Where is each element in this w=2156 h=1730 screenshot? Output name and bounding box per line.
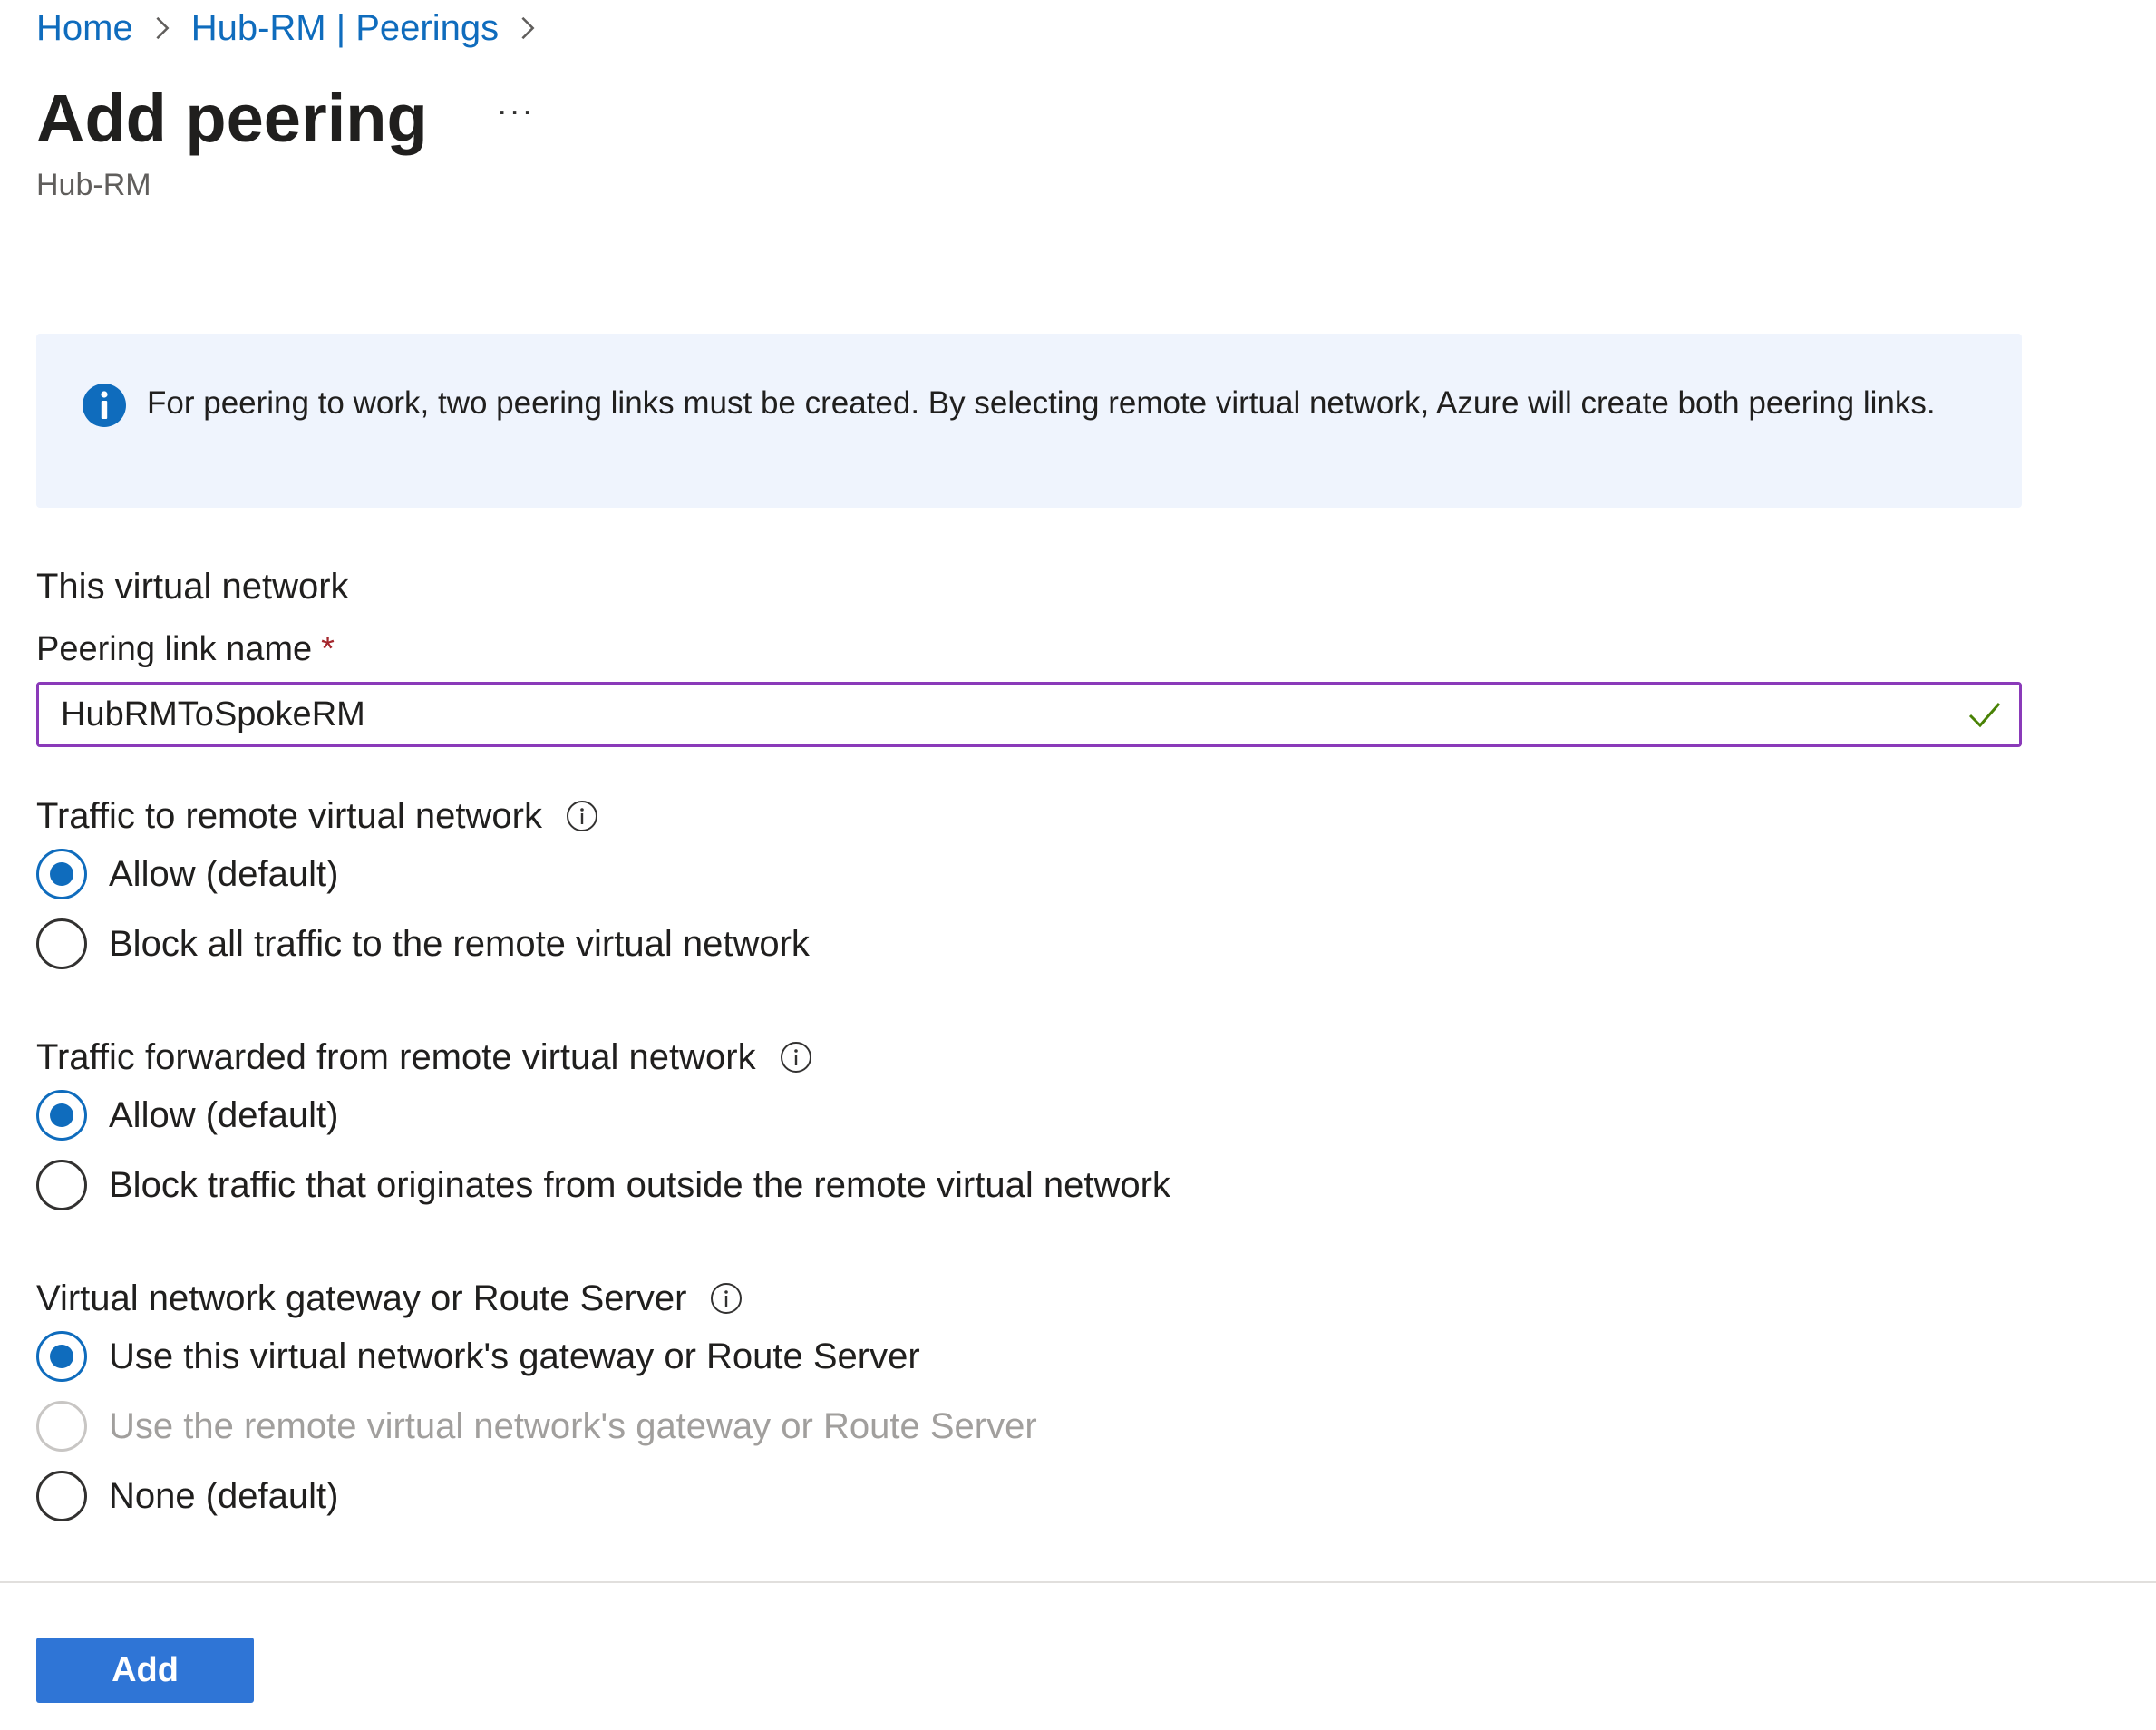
traffic-forwarded-label: Traffic forwarded from remote virtual ne… bbox=[36, 1035, 812, 1080]
info-circle-icon[interactable] bbox=[566, 800, 598, 832]
peering-link-name-label: Peering link name * bbox=[36, 627, 335, 671]
chevron-right-icon bbox=[151, 15, 173, 42]
traffic-to-remote-allow-option[interactable]: Allow (default) bbox=[36, 849, 338, 899]
radio-label: Use the remote virtual network's gateway… bbox=[109, 1406, 1037, 1446]
title-row: Add peering ··· bbox=[36, 80, 535, 158]
checkmark-icon bbox=[1968, 703, 2001, 728]
info-circle-icon[interactable] bbox=[710, 1282, 743, 1315]
breadcrumb: Home Hub-RM | Peerings bbox=[36, 5, 557, 51]
radio-button[interactable] bbox=[36, 918, 87, 969]
radio-button[interactable] bbox=[36, 849, 87, 899]
page-subtitle: Hub-RM bbox=[36, 168, 151, 202]
chevron-right-icon bbox=[517, 15, 539, 42]
radio-button[interactable] bbox=[36, 1160, 87, 1210]
section-heading: This virtual network bbox=[36, 567, 349, 607]
peering-link-name-input[interactable] bbox=[61, 685, 1947, 744]
add-button[interactable]: Add bbox=[36, 1638, 254, 1703]
info-icon bbox=[83, 384, 126, 427]
gateway-label-text: Virtual network gateway or Route Server bbox=[36, 1278, 687, 1318]
radio-label: Block traffic that originates from outsi… bbox=[109, 1165, 1170, 1205]
gateway-use-remote-option: Use the remote virtual network's gateway… bbox=[36, 1401, 1037, 1452]
radio-label: Allow (default) bbox=[109, 854, 339, 894]
radio-button[interactable] bbox=[36, 1331, 87, 1382]
radio-button bbox=[36, 1401, 87, 1452]
peering-link-name-label-text: Peering link name bbox=[36, 630, 313, 668]
radio-label: Use this virtual network's gateway or Ro… bbox=[109, 1336, 920, 1376]
traffic-to-remote-label-text: Traffic to remote virtual network bbox=[36, 796, 542, 836]
traffic-to-remote-block-option[interactable]: Block all traffic to the remote virtual … bbox=[36, 918, 810, 969]
radio-label: None (default) bbox=[109, 1476, 339, 1516]
add-peering-page: Home Hub-RM | Peerings Add peering ··· H… bbox=[0, 0, 2156, 1730]
radio-label: Allow (default) bbox=[109, 1095, 339, 1135]
page-title: Add peering bbox=[36, 81, 428, 156]
traffic-forwarded-label-text: Traffic forwarded from remote virtual ne… bbox=[36, 1037, 756, 1077]
traffic-forwarded-block-option[interactable]: Block traffic that originates from outsi… bbox=[36, 1160, 1170, 1210]
required-marker: * bbox=[321, 630, 335, 668]
gateway-use-this-option[interactable]: Use this virtual network's gateway or Ro… bbox=[36, 1331, 920, 1382]
info-text: For peering to work, two peering links m… bbox=[147, 385, 1936, 421]
traffic-to-remote-label: Traffic to remote virtual network bbox=[36, 793, 598, 839]
radio-button[interactable] bbox=[36, 1090, 87, 1141]
radio-button[interactable] bbox=[36, 1471, 87, 1521]
more-options-button[interactable]: ··· bbox=[497, 92, 535, 130]
breadcrumb-peerings-link[interactable]: Hub-RM | Peerings bbox=[191, 5, 499, 51]
radio-label: Block all traffic to the remote virtual … bbox=[109, 924, 810, 964]
peering-link-name-field bbox=[36, 682, 2022, 747]
info-banner: For peering to work, two peering links m… bbox=[36, 334, 2022, 508]
traffic-forwarded-allow-option[interactable]: Allow (default) bbox=[36, 1090, 338, 1141]
footer-divider bbox=[0, 1581, 2156, 1583]
info-circle-icon[interactable] bbox=[780, 1041, 812, 1074]
gateway-label: Virtual network gateway or Route Server bbox=[36, 1276, 743, 1321]
breadcrumb-home-link[interactable]: Home bbox=[36, 5, 133, 51]
gateway-none-option[interactable]: None (default) bbox=[36, 1471, 338, 1521]
